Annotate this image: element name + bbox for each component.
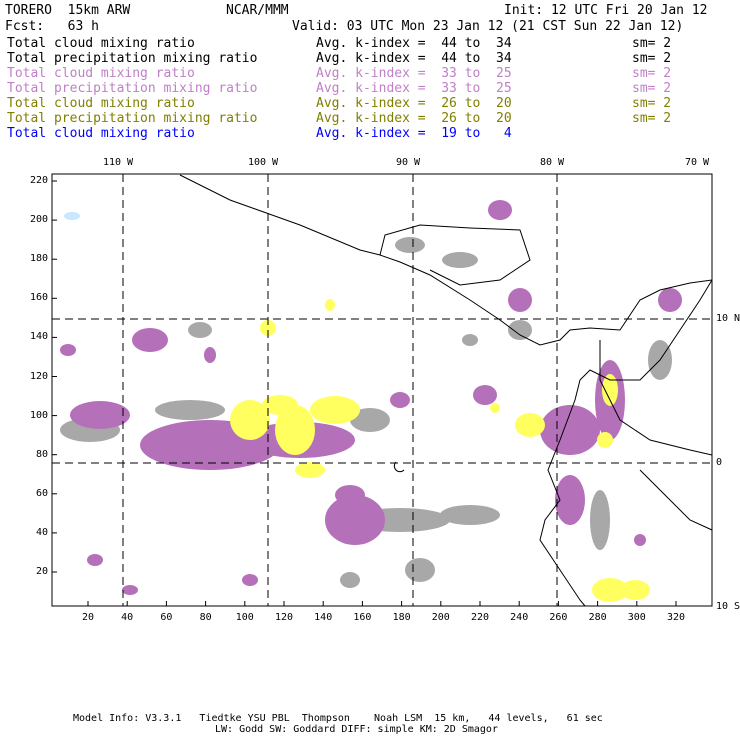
top-lon-label: 80 W: [539, 157, 565, 168]
bottom-x-label: 200: [431, 612, 450, 623]
bottom-x-label: 320: [666, 612, 686, 623]
top-lon-label: 100 W: [247, 157, 279, 168]
bottom-x-label: 100: [235, 612, 254, 623]
left-y-label: 180: [29, 253, 48, 265]
field-blue: [64, 212, 80, 220]
left-y-label: 120: [29, 370, 48, 382]
bottom-x-label: 160: [353, 612, 372, 623]
right-lat-label: 10 N: [716, 313, 740, 324]
left-y-label: 20: [35, 566, 48, 577]
bottom-x-label: 20: [81, 612, 95, 623]
left-y-label: 100: [29, 409, 48, 421]
bottom-x-label: 260: [549, 612, 568, 623]
bottom-x-label: 240: [510, 612, 529, 623]
top-lon-label: 110 W: [102, 157, 134, 168]
footer-model-info: Model Info: V3.3.1 Tiedtke YSU PBL Thomp…: [73, 713, 603, 724]
left-y-label: 40: [35, 526, 48, 538]
left-y-label: 140: [29, 331, 48, 343]
left-y-label: 80: [35, 448, 48, 460]
field-purple: [60, 200, 682, 595]
right-lat-label: 0: [716, 457, 723, 468]
bottom-x-label: 220: [470, 612, 490, 623]
left-y-label: 60: [35, 487, 48, 499]
bottom-x-label: 280: [588, 612, 607, 623]
right-lat-label: 10 S: [716, 601, 740, 612]
bottom-x-label: 60: [160, 612, 173, 623]
top-lon-label: 70 W: [684, 157, 710, 168]
bottom-x-label: 40: [121, 612, 134, 623]
bottom-x-label: 180: [392, 612, 411, 623]
left-y-label: 220: [29, 175, 48, 186]
bottom-x-label: 120: [274, 612, 294, 623]
bottom-x-label: 300: [627, 612, 646, 623]
left-y-label: 160: [29, 292, 48, 304]
footer-physics: LW: Godd SW: Goddard DIFF: simple KM: 2D…: [215, 724, 498, 735]
top-lon-label: 90 W: [395, 157, 421, 168]
bottom-x-label: 80: [199, 612, 212, 623]
bottom-x-label: 140: [314, 612, 333, 623]
left-y-label: 200: [29, 214, 48, 226]
map: [51, 173, 713, 607]
coastlines: [179, 174, 713, 607]
